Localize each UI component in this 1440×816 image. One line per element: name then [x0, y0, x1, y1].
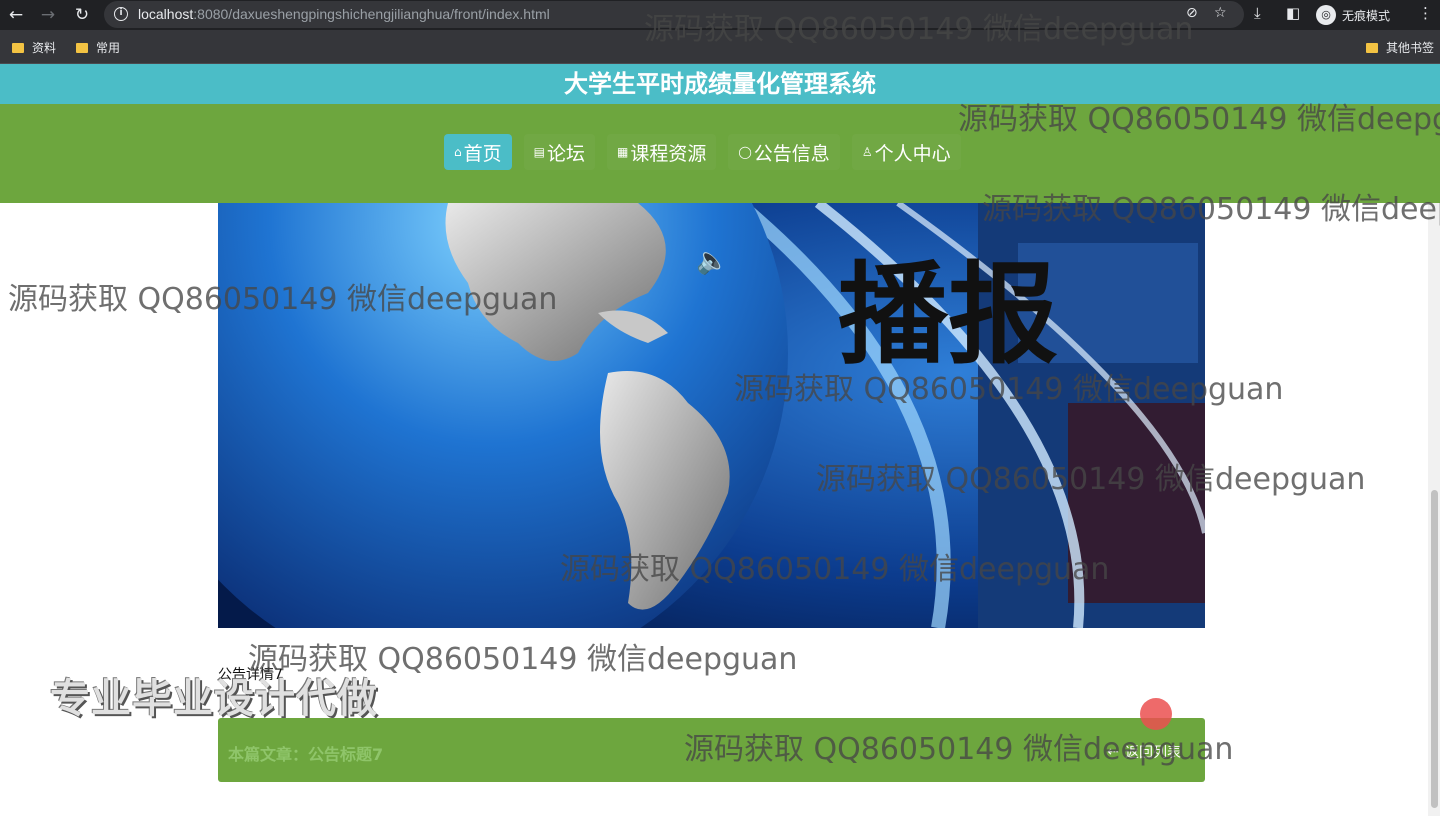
promo-overlay-text: 专业毕业设计代做	[50, 676, 378, 722]
nav-item-home[interactable]: ⌂ 首页	[444, 134, 512, 170]
main-nav: ⌂ 首页 ▤ 论坛 ▦ 课程资源 ◯ 公告信息 ♙ 个人中心	[0, 104, 1440, 203]
incognito-indicator[interactable]: ◎ 无痕模式	[1316, 3, 1390, 27]
bookmark-star-icon[interactable]: ☆	[1214, 5, 1227, 21]
nav-item-forum[interactable]: ▤ 论坛	[524, 134, 595, 170]
download-icon[interactable]: ⤓	[1254, 4, 1261, 22]
bookmark-folder-changyong[interactable]: 常用	[76, 39, 120, 56]
user-icon: ♙	[861, 145, 873, 159]
forward-arrow-icon[interactable]: →	[36, 3, 60, 27]
blocked-icon[interactable]: ⊘	[1186, 5, 1198, 21]
site-title: 大学生平时成绩量化管理系统	[564, 70, 876, 98]
bookmark-folder-ziliao[interactable]: 资料	[12, 39, 56, 56]
site-info-icon[interactable]: i	[114, 7, 128, 21]
folder-icon	[76, 42, 88, 53]
incognito-icon: ◎	[1316, 5, 1336, 25]
back-arrow-icon: ⇠	[1107, 744, 1119, 760]
other-bookmarks[interactable]: 其他书签	[1366, 39, 1434, 56]
cursor-highlight	[1140, 698, 1172, 730]
svg-text:🔈: 🔈	[696, 246, 728, 276]
current-article-label: 本篇文章：公告标题7	[228, 745, 384, 764]
nav-item-notices[interactable]: ◯ 公告信息	[728, 134, 839, 170]
nav-item-course-resources[interactable]: ▦ 课程资源	[607, 134, 716, 170]
course-icon: ▦	[617, 145, 629, 159]
folder-icon	[1366, 42, 1378, 53]
address-bar[interactable]: i localhost:8080/daxueshengpingshichengj…	[104, 1, 1244, 28]
back-to-list-button[interactable]: ⇠ 返回列表	[1107, 742, 1181, 762]
site-header: 大学生平时成绩量化管理系统	[0, 64, 1440, 104]
incognito-label: 无痕模式	[1342, 8, 1391, 23]
folder-icon	[12, 42, 24, 53]
banner-image: 🔈 播报	[218, 203, 1205, 628]
bookmarks-bar: 资料 常用 其他书签	[0, 30, 1440, 64]
browser-toolbar: ← → ↻ i localhost:8080/daxueshengpingshi…	[0, 0, 1440, 30]
notice-icon: ◯	[738, 145, 752, 159]
side-panel-icon[interactable]: ◧	[1286, 4, 1300, 22]
url-text: localhost:8080/daxueshengpingshichengjil…	[138, 6, 550, 22]
nav-menu: ⌂ 首页 ▤ 论坛 ▦ 课程资源 ◯ 公告信息 ♙ 个人中心	[444, 134, 961, 170]
forum-icon: ▤	[533, 145, 545, 159]
article-info-bar: 本篇文章：公告标题7 ⇠ 返回列表	[218, 718, 1205, 782]
nav-item-personal-center[interactable]: ♙ 个人中心	[852, 134, 961, 170]
banner-caption-bo: 播报	[838, 251, 1058, 379]
home-icon: ⌂	[454, 145, 462, 159]
page-scrollbar-thumb[interactable]	[1431, 490, 1438, 808]
menu-kebab-icon[interactable]: ⋮	[1418, 4, 1433, 22]
back-to-list-label: 返回列表	[1125, 745, 1181, 761]
back-arrow-icon[interactable]: ←	[4, 3, 28, 27]
reload-icon[interactable]: ↻	[70, 3, 94, 27]
